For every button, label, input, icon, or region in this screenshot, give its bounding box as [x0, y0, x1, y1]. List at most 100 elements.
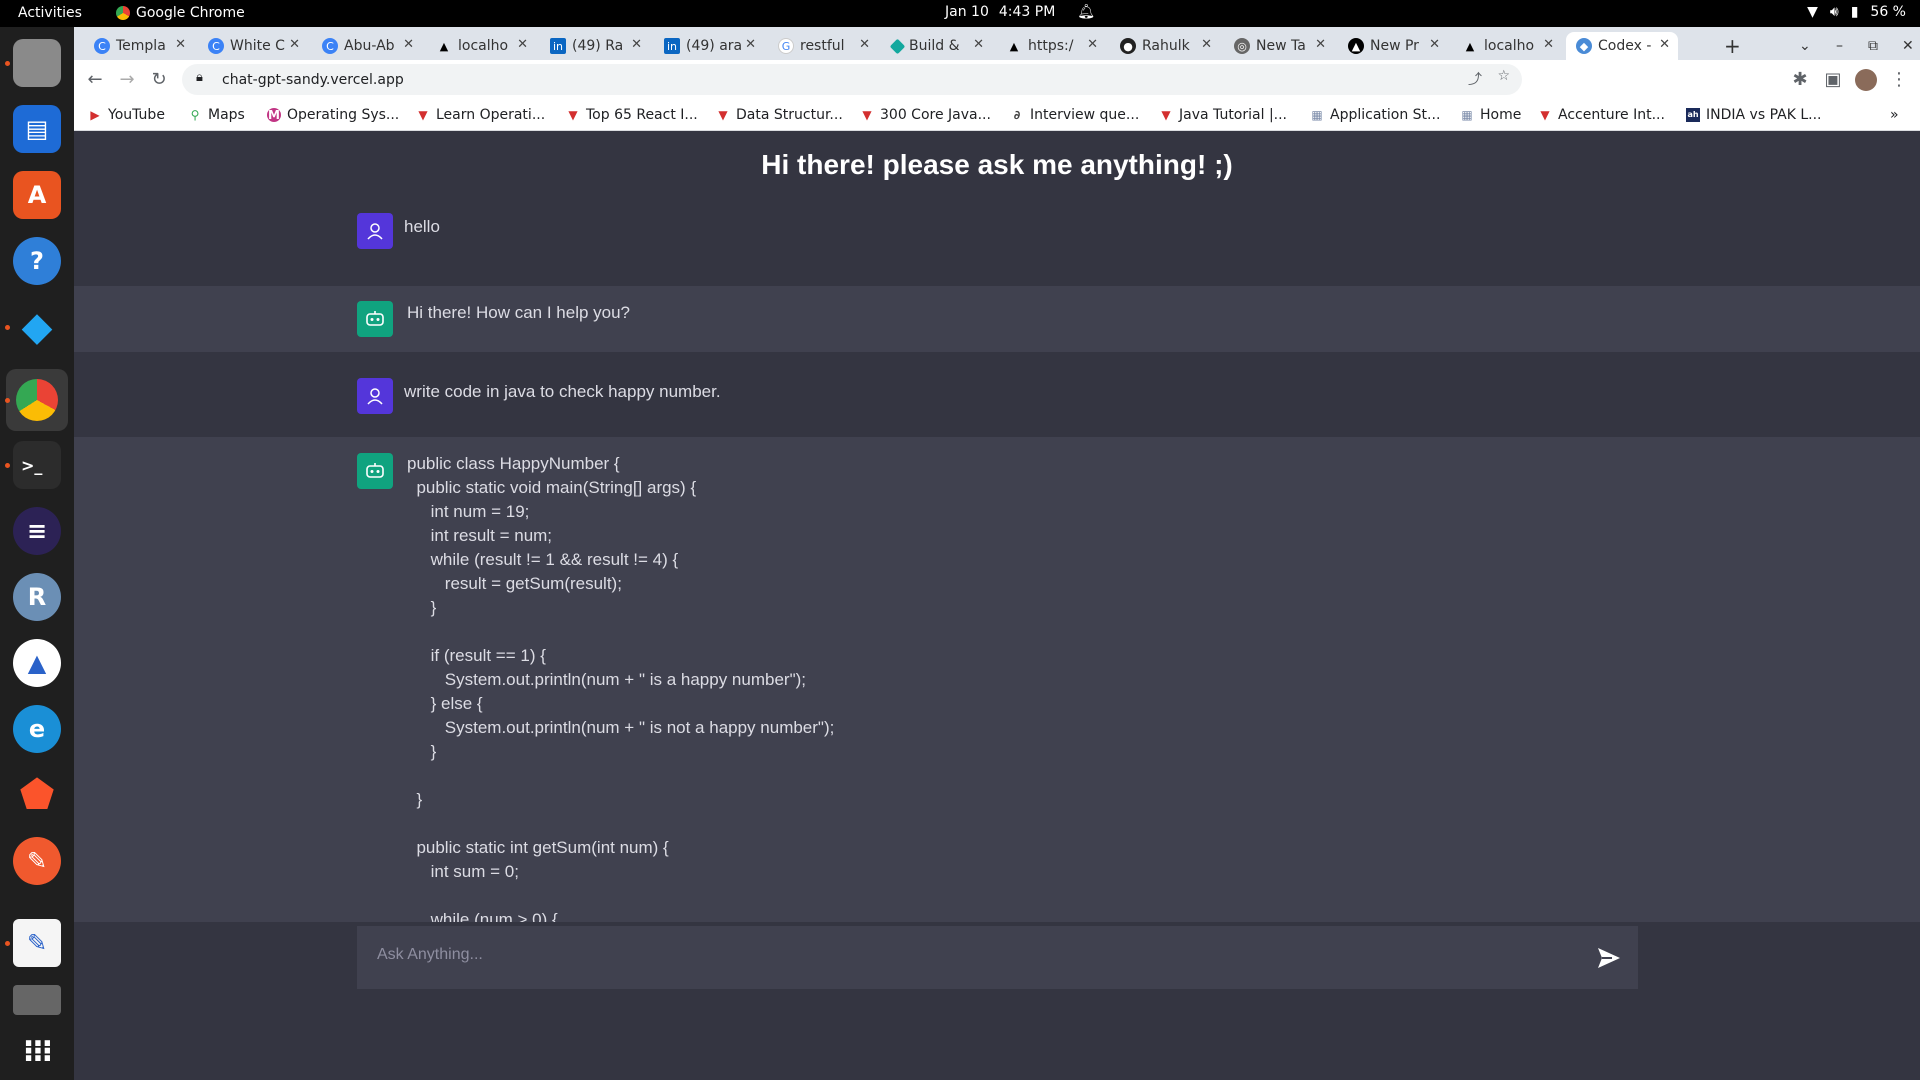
- reload-icon[interactable]: ↻: [148, 69, 170, 91]
- eclipse-icon[interactable]: ≡: [13, 507, 61, 555]
- window-close-button[interactable]: ✕: [1892, 32, 1920, 60]
- vercel-icon: ▲: [439, 39, 449, 53]
- bookmark[interactable]: ▼ Accenture Int...: [1538, 107, 1665, 123]
- bookmark[interactable]: ▦ Home: [1460, 107, 1521, 123]
- bookmark[interactable]: ▼ Data Structur...: [716, 107, 842, 123]
- tab-active[interactable]: ◆ Codex - ✕: [1566, 32, 1678, 60]
- writer-icon[interactable]: ▤: [13, 105, 61, 153]
- r-icon[interactable]: R: [13, 573, 61, 621]
- bookmark-label: Maps: [208, 107, 245, 123]
- close-icon[interactable]: ✕: [517, 37, 528, 52]
- close-icon[interactable]: ✕: [403, 37, 414, 52]
- drive-icon[interactable]: [13, 985, 61, 1015]
- tab[interactable]: ▲ localho ✕: [1452, 32, 1562, 60]
- date: Jan 10: [945, 4, 989, 20]
- close-icon[interactable]: ✕: [631, 37, 642, 52]
- bookmark[interactable]: ah INDIA vs PAK L...: [1686, 107, 1821, 123]
- tab-label: Rahulk: [1142, 38, 1190, 54]
- close-icon[interactable]: ✕: [175, 37, 186, 52]
- bookmarks-bar: ▶ YouTube ⚲ Maps M Operating Sys... ▼ Learn …: [74, 100, 1920, 131]
- bookmark-label: Application St...: [1330, 107, 1441, 123]
- close-icon[interactable]: ✕: [1543, 37, 1554, 52]
- bookmark[interactable]: ▶ YouTube: [88, 107, 165, 123]
- tab[interactable]: C Templa ✕: [84, 32, 194, 60]
- close-icon[interactable]: ✕: [289, 37, 300, 52]
- bookmark-label: YouTube: [108, 107, 165, 123]
- files-icon[interactable]: [13, 39, 61, 87]
- send-button[interactable]: [1594, 943, 1624, 973]
- active-app-indicator[interactable]: Google Chrome: [116, 5, 245, 21]
- bookmark-label: Accenture Int...: [1558, 107, 1665, 123]
- close-icon[interactable]: ✕: [745, 37, 756, 52]
- tab[interactable]: in (49) Ra ✕: [540, 32, 650, 60]
- vscode-icon[interactable]: ◆: [13, 303, 61, 351]
- restore-button[interactable]: ⧉: [1858, 32, 1888, 60]
- terminal-icon[interactable]: >_: [13, 441, 61, 489]
- chat-page: Hi there! please ask me anything! ;) hel…: [74, 131, 1920, 1080]
- text-editor-icon[interactable]: ✎: [13, 919, 61, 967]
- chat-message-user: hello: [74, 201, 1920, 271]
- chrome-dock-icon[interactable]: [6, 369, 68, 431]
- tab[interactable]: ▲ New Pr ✕: [1338, 32, 1448, 60]
- close-icon[interactable]: ✕: [1659, 37, 1670, 52]
- tab-strip: C Templa ✕ C White C ✕ C Abu-Ab ✕ ▲ localho ✕ in…: [74, 27, 1920, 60]
- android-studio-icon[interactable]: ▲: [13, 639, 61, 687]
- tab-favicon-icon: C: [208, 38, 224, 54]
- tab[interactable]: C White C ✕: [198, 32, 308, 60]
- forward-icon[interactable]: →: [116, 69, 138, 91]
- bookmark[interactable]: ▼ 300 Core Java...: [860, 107, 991, 123]
- bot-avatar: [357, 453, 393, 489]
- bookmark[interactable]: ∂ Interview que...: [1010, 107, 1140, 123]
- chat-message-ai: public class HappyNumber { public static…: [74, 437, 1920, 922]
- share-icon[interactable]: ⤴: [1468, 69, 1482, 89]
- close-icon[interactable]: ✕: [973, 37, 984, 52]
- tab[interactable]: C Abu-Ab ✕: [312, 32, 422, 60]
- avatar[interactable]: [1855, 69, 1877, 91]
- postman-icon[interactable]: ✎: [13, 837, 61, 885]
- tab-search-button[interactable]: ⌄: [1789, 32, 1819, 60]
- new-tab-button[interactable]: +: [1714, 32, 1744, 60]
- star-icon[interactable]: ☆: [1497, 68, 1510, 84]
- chat-message-user: write code in java to check happy number…: [74, 352, 1920, 437]
- user-icon: [367, 223, 383, 240]
- address-bar[interactable]: 🔒︎ chat-gpt-sandy.vercel.app ⤴ ☆: [182, 64, 1522, 95]
- close-icon[interactable]: ✕: [1201, 37, 1212, 52]
- clock[interactable]: Jan 10 4:43 PM 🔔︎: [945, 4, 1095, 20]
- bookmark[interactable]: ▼ Learn Operati...: [416, 107, 545, 123]
- edge-icon[interactable]: e: [13, 705, 61, 753]
- side-panel-icon[interactable]: ▣: [1822, 69, 1844, 91]
- bookmark[interactable]: ▼ Top 65 React I...: [566, 107, 697, 123]
- close-icon[interactable]: ✕: [1429, 37, 1440, 52]
- help-icon[interactable]: ?: [13, 237, 61, 285]
- bookmarks-overflow[interactable]: »: [1890, 107, 1899, 123]
- bookmark[interactable]: ⚲ Maps: [188, 107, 245, 123]
- brave-icon[interactable]: ⬟: [13, 771, 61, 819]
- menu-icon[interactable]: ⋮: [1888, 69, 1910, 91]
- tab[interactable]: Grestful ✕: [768, 32, 878, 60]
- close-icon[interactable]: ✕: [1315, 37, 1326, 52]
- youtube-icon: ▶: [90, 108, 100, 122]
- tab[interactable]: ● Rahulk ✕: [1110, 32, 1220, 60]
- m-icon: M: [267, 108, 281, 122]
- close-icon[interactable]: ✕: [859, 37, 870, 52]
- tab[interactable]: ◎ New Ta ✕: [1224, 32, 1334, 60]
- activities-button[interactable]: Activities: [18, 5, 82, 21]
- tab[interactable]: ▲ https:/ ✕: [996, 32, 1106, 60]
- show-apps-icon[interactable]: ⁝⁝⁝: [13, 1027, 61, 1075]
- minimize-button[interactable]: –: [1826, 32, 1856, 60]
- back-icon[interactable]: ←: [84, 69, 106, 91]
- tab[interactable]: in (49) ara ✕: [654, 32, 764, 60]
- wave-icon: ∂: [1013, 108, 1021, 122]
- tab[interactable]: ▲ localho ✕: [426, 32, 536, 60]
- system-tray[interactable]: ▼ 🔊︎ ▮ 56 %: [1807, 4, 1906, 20]
- extensions-icon[interactable]: ✱: [1789, 69, 1811, 91]
- bookmark[interactable]: ▼ Java Tutorial |...: [1159, 107, 1287, 123]
- close-icon[interactable]: ✕: [1087, 37, 1098, 52]
- ask-input[interactable]: [357, 926, 1587, 989]
- chevron-down-icon: ⌄: [1799, 38, 1811, 54]
- tab[interactable]: Build & ✕: [882, 32, 992, 60]
- bookmark[interactable]: M Operating Sys...: [267, 107, 399, 123]
- v-logo-icon: ▼: [418, 108, 428, 122]
- app-center-icon[interactable]: A: [13, 171, 61, 219]
- bookmark[interactable]: ▦ Application St...: [1310, 107, 1440, 123]
